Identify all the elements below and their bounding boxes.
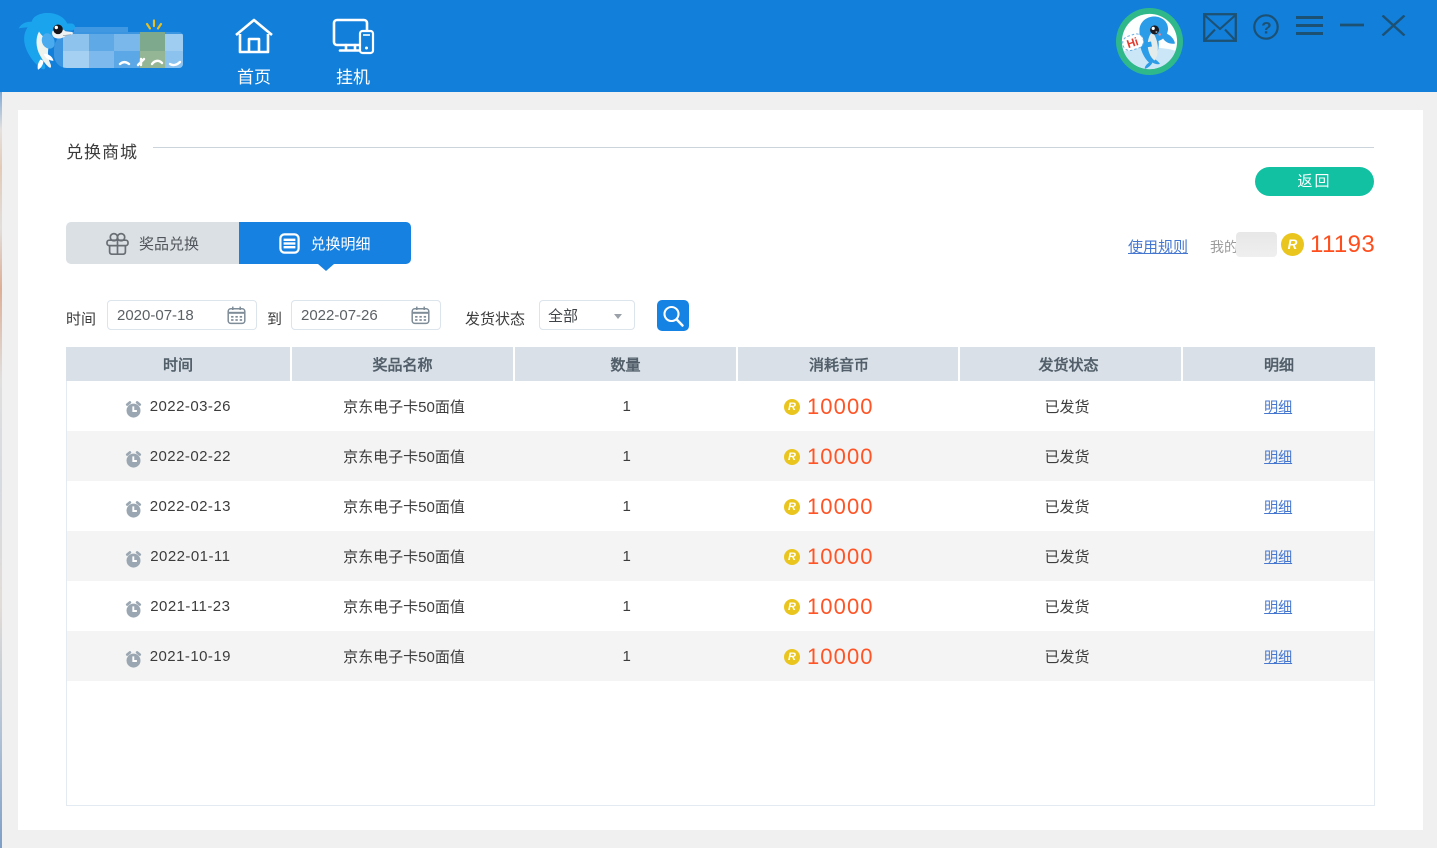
svg-text:?: ? — [1261, 18, 1271, 37]
